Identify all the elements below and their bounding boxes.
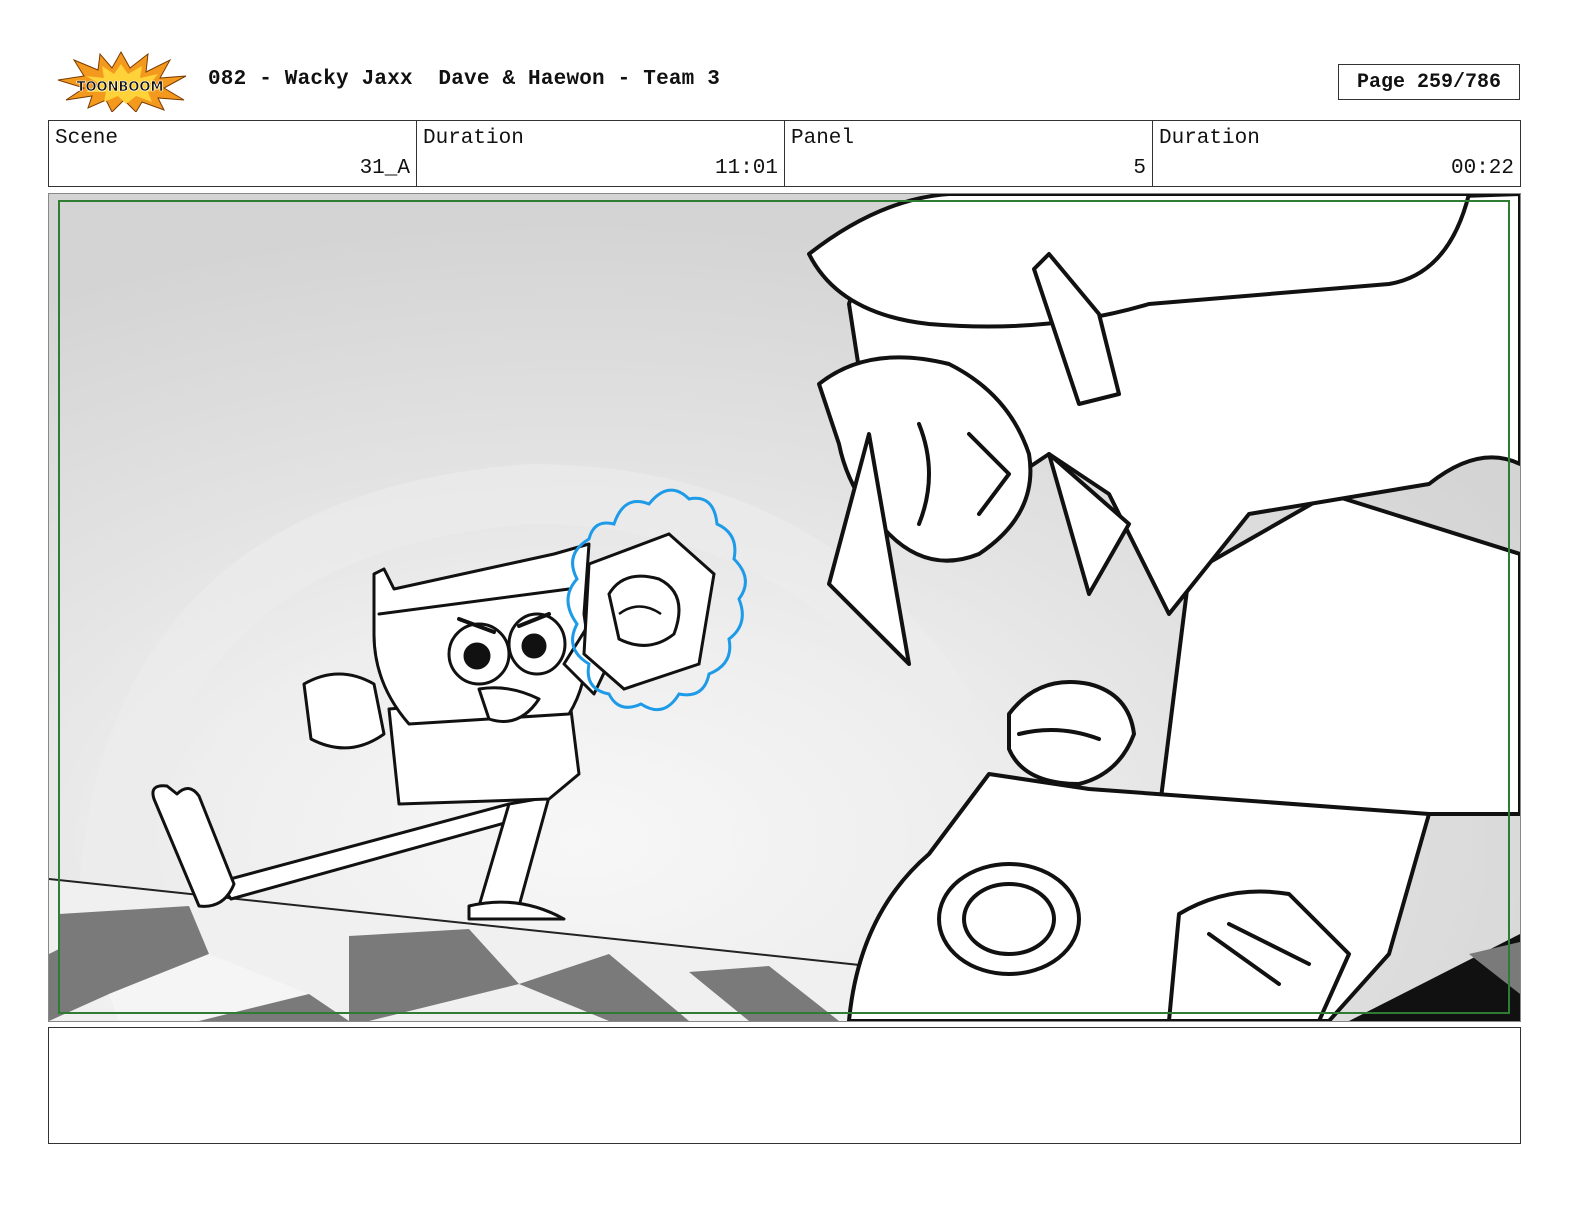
panel-duration-value: 00:22 bbox=[1450, 157, 1514, 180]
page-indicator: Page 259/786 bbox=[1338, 64, 1520, 100]
logo-text: TOONBOOM bbox=[77, 80, 164, 95]
toonboom-logo: TOONBOOM bbox=[57, 50, 187, 112]
panel-value: 5 bbox=[1133, 157, 1146, 180]
scene-duration-value: 11:01 bbox=[714, 157, 778, 180]
scene-info-table: Scene 31_A Duration 11:01 Panel 5 Durati… bbox=[48, 120, 1521, 187]
scene-value: 31_A bbox=[359, 157, 410, 180]
panel-notes-area[interactable] bbox=[48, 1027, 1521, 1144]
document-title: 082 - Wacky Jaxx Dave & Haewon - Team 3 bbox=[208, 68, 721, 91]
panel-duration-label: Duration bbox=[1159, 127, 1260, 150]
storyboard-panel bbox=[48, 193, 1521, 1022]
scene-cell: Scene 31_A bbox=[49, 121, 417, 186]
panel-cell: Panel 5 bbox=[785, 121, 1153, 186]
panel-label: Panel bbox=[791, 127, 855, 150]
panel-duration-cell: Duration 00:22 bbox=[1153, 121, 1520, 186]
panel-drawing bbox=[49, 194, 1520, 1021]
scene-duration-cell: Duration 11:01 bbox=[417, 121, 785, 186]
scene-duration-label: Duration bbox=[423, 127, 524, 150]
scene-label: Scene bbox=[55, 127, 119, 150]
